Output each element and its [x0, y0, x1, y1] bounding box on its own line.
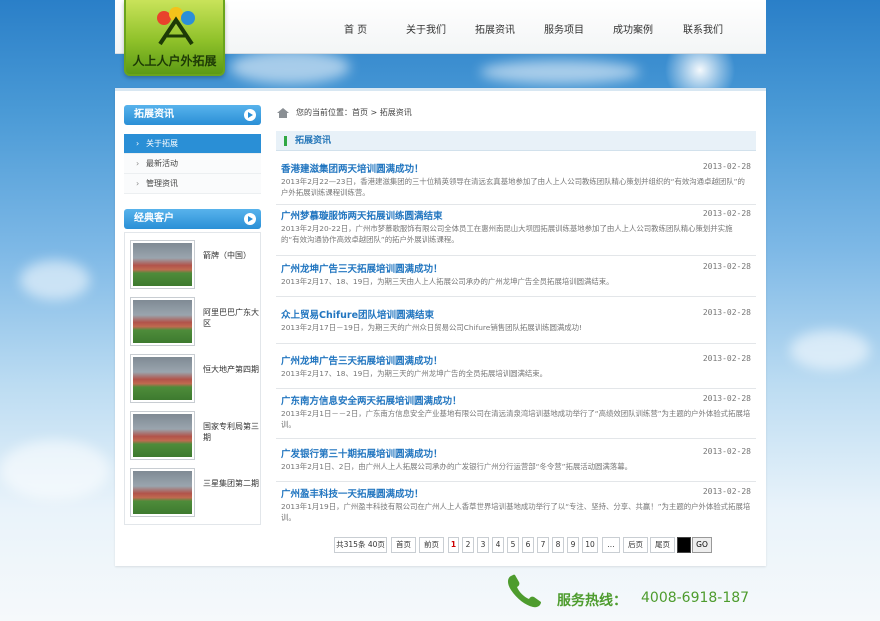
pager-page-2[interactable]: 2	[462, 537, 474, 553]
news-date: 2013-02-28	[702, 209, 751, 218]
news-summary: 2013年2月1日、2日，由广州人上人拓展公司承办的广发银行广州分行运营部“冬令…	[281, 462, 632, 471]
client-name[interactable]: 阿里巴巴广东大区	[203, 307, 259, 329]
news-date: 2013-02-28	[702, 262, 751, 271]
nav-cases[interactable]: 成功案例	[613, 21, 653, 36]
sidebar-menu: 关于拓展 最新活动 管理资讯	[124, 134, 261, 194]
news-summary: 2013年2月1日－－2日，广东南方信息安全产业基地有限公司在清远清泉湾培训基地…	[281, 409, 751, 429]
pager-page-7[interactable]: 7	[537, 537, 549, 553]
pager-next-button[interactable]: 后页	[623, 537, 648, 553]
news-item: 广州龙坤广告三天拓展培训圆满成功！ 2013-02-28 2013年2月17、1…	[276, 353, 756, 389]
client-photo[interactable]	[130, 468, 195, 517]
cloud-decoration	[790, 330, 870, 370]
section-title: 拓展资讯	[295, 136, 332, 146]
section-header: 拓展资讯	[276, 131, 756, 151]
breadcrumb: 您的当前位置：首页 > 拓展资讯	[276, 106, 756, 120]
news-title[interactable]: 众上贸易Chifure团队培训圆满结束	[281, 307, 434, 321]
phone-icon	[508, 574, 541, 608]
news-summary: 2013年2月17、18、19日，为期三天由人上人拓展公司承办的广州龙坤广告全员…	[281, 277, 614, 286]
news-date: 2013-02-28	[702, 447, 751, 456]
cloud-decoration	[20, 260, 90, 300]
client-name[interactable]: 恒大地产第四期	[203, 364, 259, 375]
client-item[interactable]: 阿里巴巴广东大区	[130, 297, 259, 349]
pager-go-button[interactable]: GO	[692, 537, 712, 553]
news-title[interactable]: 广州龙坤广告三天拓展培训圆满成功！	[281, 261, 443, 275]
pager-page-9[interactable]: 9	[567, 537, 579, 553]
news-title[interactable]: 广州盈丰科技一天拓展圆满成功！	[281, 486, 424, 500]
site-logo[interactable]: 人上人户外拓展	[124, 0, 225, 76]
client-name[interactable]: 三星集团第二期	[203, 478, 259, 489]
news-title[interactable]: 广州梦慕璇服饰两天拓展训练圆满结束	[281, 208, 443, 222]
client-photo[interactable]	[130, 411, 195, 460]
pager-prev-button[interactable]: 前页	[419, 537, 444, 553]
cloud-decoration	[0, 440, 110, 500]
news-date: 2013-02-28	[702, 487, 751, 496]
logo-emblem-icon	[157, 7, 195, 46]
section-marker	[284, 136, 287, 146]
news-summary: 2013年1月19日，广州盈丰科技有限公司在广州人上人香草世界培训基地成功举行了…	[281, 502, 751, 522]
pager-page-10[interactable]: 10	[582, 537, 598, 553]
pager-page-8[interactable]: 8	[552, 537, 564, 553]
pager-page-1[interactable]: 1	[448, 537, 459, 553]
client-item[interactable]: 箭牌（中国）	[130, 240, 258, 292]
logo-text: 人上人户外拓展	[132, 54, 217, 68]
sidebar-item-latest-activities[interactable]: 最新活动	[124, 154, 261, 174]
sidebar-news-title[interactable]: 拓展资讯	[124, 105, 261, 125]
news-summary: 2013年2月22—23日，香港建滋集团的三十位精英领导在清远玄真基地参加了由人…	[281, 177, 745, 197]
nav-news[interactable]: 拓展资讯	[475, 21, 515, 36]
news-date: 2013-02-28	[702, 354, 751, 363]
news-title[interactable]: 广发银行第三十期拓展培训圆满成功！	[281, 446, 443, 460]
nav-services[interactable]: 服务项目	[544, 21, 584, 36]
client-item[interactable]: 国家专利局第三期	[130, 411, 259, 463]
pager-page-5[interactable]: 5	[507, 537, 519, 553]
hotline-label: 服务热线：	[557, 593, 627, 609]
pager-first-button[interactable]: 首页	[391, 537, 416, 553]
news-title[interactable]: 香港建滋集团两天培训圆满成功！	[281, 161, 424, 175]
nav-contact[interactable]: 联系我们	[683, 21, 723, 36]
nav-home[interactable]: 首 页	[344, 21, 367, 36]
client-name[interactable]: 国家专利局第三期	[203, 421, 259, 443]
breadcrumb-text[interactable]: 您的当前位置：首页 > 拓展资讯	[296, 106, 412, 120]
client-item[interactable]: 三星集团第二期	[130, 468, 259, 520]
news-item: 广州梦慕璇服饰两天拓展训练圆满结束 2013-02-28 2013年2月20-2…	[276, 208, 756, 256]
sidebar-clients-title[interactable]: 经典客户	[124, 209, 261, 229]
arrow-right-icon	[244, 213, 256, 225]
news-item: 广发银行第三十期拓展培训圆满成功！ 2013-02-28 2013年2月1日、2…	[276, 446, 756, 482]
client-photo[interactable]	[130, 297, 195, 346]
news-date: 2013-02-28	[702, 394, 751, 403]
pager-page-6[interactable]: 6	[522, 537, 534, 553]
pager-page-input[interactable]	[677, 537, 691, 553]
news-item: 广州盈丰科技一天拓展圆满成功！ 2013-02-28 2013年1月19日，广州…	[276, 486, 756, 530]
news-summary: 2013年2月17日－19日，为期三天的广州众日贸易公司Chifure销售团队拓…	[281, 323, 583, 332]
sidebar-item-management-news[interactable]: 管理资讯	[124, 174, 261, 194]
client-photo[interactable]	[130, 354, 195, 403]
news-item: 香港建滋集团两天培训圆满成功！ 2013-02-28 2013年2月22—23日…	[276, 161, 756, 205]
news-title[interactable]: 广州龙坤广告三天拓展培训圆满成功！	[281, 353, 443, 367]
client-item[interactable]: 恒大地产第四期	[130, 354, 259, 406]
news-item: 众上贸易Chifure团队培训圆满结束 2013-02-28 2013年2月17…	[276, 307, 756, 344]
pager-ellipsis[interactable]: ...	[602, 537, 620, 553]
arrow-right-icon	[244, 109, 256, 121]
news-summary: 2013年2月17、18、19日，为期三天的广州龙坤广告的全员拓展培训圆满结束。	[281, 369, 548, 378]
pager-total: 共315条 40页	[334, 537, 387, 553]
hotline-number: 4008-6918-187	[641, 590, 750, 606]
clients-list: 箭牌（中国） 阿里巴巴广东大区 恒大地产第四期 国家专利局第三期 三星集团第二期	[124, 232, 261, 525]
sidebar-clients-title-label: 经典客户	[134, 213, 174, 224]
client-name[interactable]: 箭牌（中国）	[203, 250, 259, 261]
client-photo[interactable]	[130, 240, 195, 289]
nav-about[interactable]: 关于我们	[406, 21, 446, 36]
home-icon	[277, 108, 289, 118]
sidebar-news-title-label: 拓展资讯	[134, 109, 174, 120]
news-item: 广州龙坤广告三天拓展培训圆满成功！ 2013-02-28 2013年2月17、1…	[276, 261, 756, 297]
news-date: 2013-02-28	[702, 162, 751, 171]
sidebar-item-about-expansion[interactable]: 关于拓展	[124, 134, 261, 154]
news-date: 2013-02-28	[702, 308, 751, 317]
hotline: 服务热线： 4008-6918-187	[505, 570, 765, 614]
pager-page-3[interactable]: 3	[477, 537, 489, 553]
news-title[interactable]: 广东南方信息安全两天拓展培训圆满成功！	[281, 393, 462, 407]
news-item: 广东南方信息安全两天拓展培训圆满成功！ 2013-02-28 2013年2月1日…	[276, 393, 756, 439]
pager-last-button[interactable]: 尾页	[650, 537, 675, 553]
pager-page-4[interactable]: 4	[492, 537, 504, 553]
news-summary: 2013年2月20-22日，广州市梦慕歌服饰有限公司全体员工在惠州南昆山大坝园拓…	[281, 224, 733, 244]
